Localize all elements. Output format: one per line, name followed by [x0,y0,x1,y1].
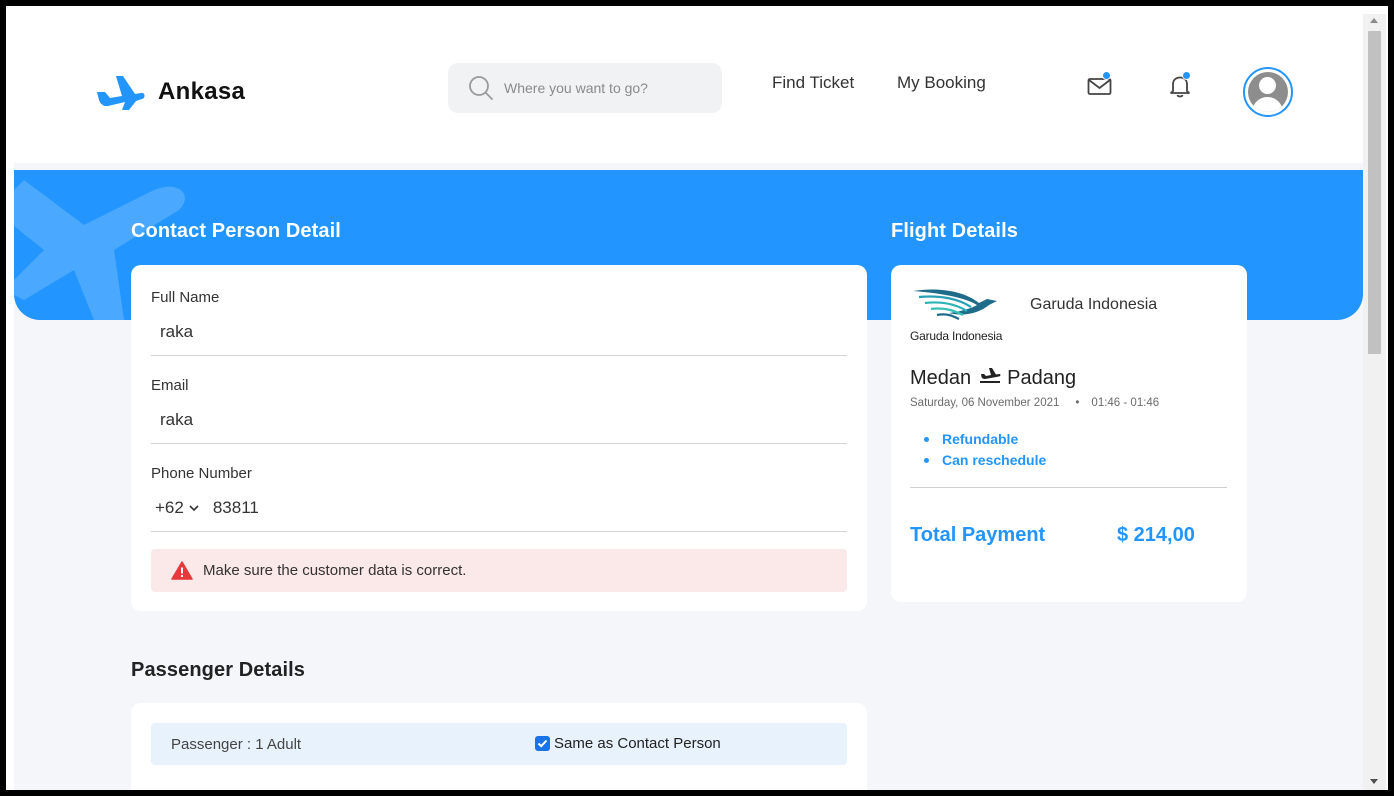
flight-details-card: Garuda Indonesia Garuda Indonesia Medan … [891,265,1247,602]
flight-route: Medan Padang [910,366,1076,390]
airline-name: Garuda Indonesia [1030,296,1158,313]
flight-features: Refundable Can reschedule [924,431,1046,473]
alert-text: Make sure the customer data is correct. [203,562,467,579]
mail-button[interactable] [1085,71,1115,101]
country-code-select[interactable]: +62 [155,498,199,518]
passenger-section-title: Passenger Details [131,659,306,681]
browser-viewport: Ankasa Find Ticket My Booking [14,14,1386,790]
chevron-down-icon [189,504,199,511]
full-name-label: Full Name [151,289,220,306]
search-icon [469,76,493,100]
plane-departure-icon [980,368,1001,383]
passenger-row: Passenger : 1 Adult Same as Contact Pers… [151,723,847,765]
notification-button[interactable] [1165,71,1195,101]
contact-form-card: Full Name raka Email raka Phone Number +… [131,265,867,611]
passenger-label: Passenger : 1 Adult [171,735,302,753]
separator-dot: • [1075,397,1080,409]
scroll-thumb[interactable] [1368,31,1381,354]
airline-logo-text: Garuda Indonesia [910,329,1003,343]
bell-notification-dot [1182,71,1191,80]
email-field[interactable]: Email raka [151,377,847,444]
same-as-contact-label: Same as Contact Person [554,735,721,752]
search-bar[interactable] [448,63,722,113]
avatar-placeholder-icon [1248,72,1288,112]
top-header: Ankasa Find Ticket My Booking [14,14,1363,163]
warning-icon [171,561,193,580]
mail-notification-dot [1102,71,1111,80]
nav-find-ticket[interactable]: Find Ticket [772,73,854,93]
full-name-input[interactable]: raka [151,322,847,342]
flight-schedule: Saturday, 06 November 2021 • 01:46 - 01:… [910,397,1159,409]
origin-city: Medan [910,366,972,389]
country-code-value: +62 [155,498,184,517]
destination-city: Padang [1007,366,1077,389]
window-frame: Ankasa Find Ticket My Booking [0,0,1394,796]
total-payment-label: Total Payment [910,524,1046,546]
brand-logo[interactable]: Ankasa [91,72,245,112]
avatar[interactable] [1243,67,1293,117]
checkbox-checked-icon[interactable] [535,736,550,751]
email-input[interactable]: raka [151,410,847,430]
feature-refundable: Refundable [924,431,1046,447]
phone-input[interactable]: 83811 [213,498,259,518]
contact-section-title: Contact Person Detail [131,220,341,242]
window-border: Ankasa Find Ticket My Booking [6,6,1388,790]
scroll-up-arrow-icon[interactable] [1370,18,1378,23]
flight-time: 01:46 - 01:46 [1091,397,1160,409]
data-warning-alert: Make sure the customer data is correct. [151,549,847,592]
search-input[interactable] [504,80,704,96]
nav-my-booking[interactable]: My Booking [897,73,986,93]
scroll-down-arrow-icon[interactable] [1370,779,1378,784]
vertical-scrollbar[interactable] [1363,14,1386,790]
email-label: Email [151,377,189,394]
plane-logo-icon [97,76,145,110]
total-payment-value: $ 214,00 [1117,524,1195,546]
flight-section-title: Flight Details [891,220,1018,242]
page: Ankasa Find Ticket My Booking [14,14,1363,790]
passenger-card: Passenger : 1 Adult Same as Contact Pers… [131,703,867,790]
flight-date: Saturday, 06 November 2021 [910,397,1060,409]
card-divider [910,487,1227,488]
same-as-contact-checkbox[interactable]: Same as Contact Person [535,735,721,752]
phone-field[interactable]: Phone Number +62 83811 [151,465,847,532]
feature-reschedule: Can reschedule [924,452,1046,468]
full-name-field[interactable]: Full Name raka [151,289,847,356]
phone-label: Phone Number [151,465,252,482]
brand-name: Ankasa [158,78,246,105]
